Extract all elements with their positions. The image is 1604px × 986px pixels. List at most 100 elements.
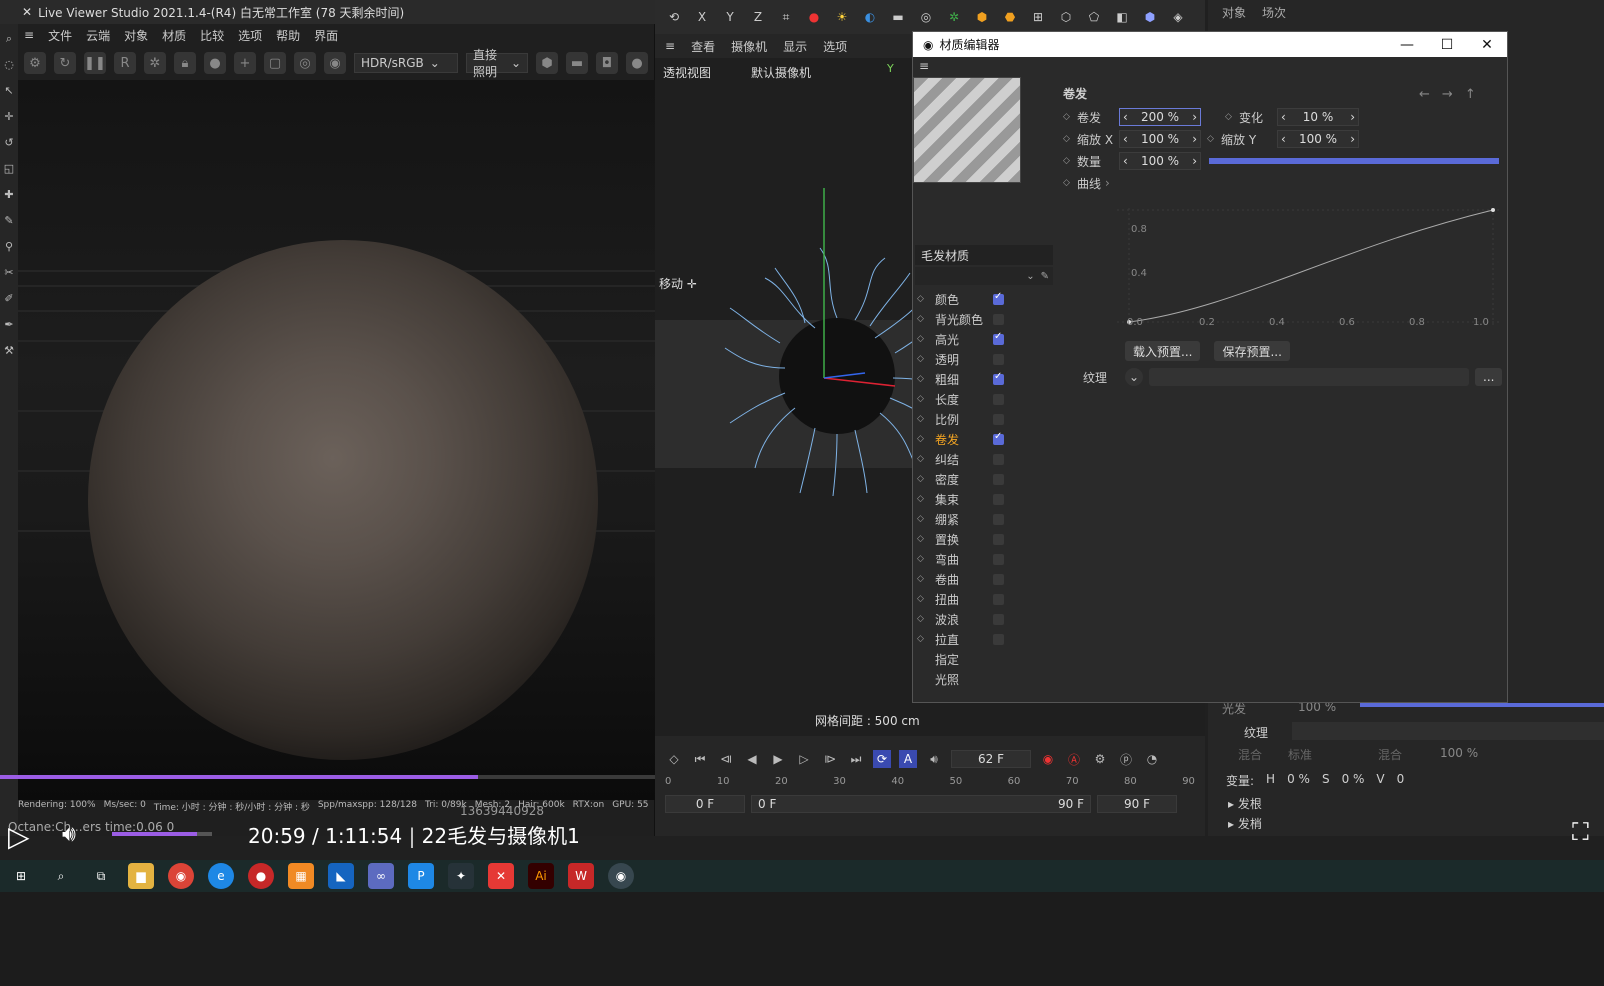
video-progress-track[interactable] <box>0 775 655 779</box>
keyframe-diamond-icon[interactable]: ◇ <box>917 494 927 504</box>
axis-x-button[interactable]: X <box>693 8 711 26</box>
keyframe-diamond-icon[interactable]: ◇ <box>1063 134 1077 144</box>
scale-y-field[interactable]: ‹ 100 % › <box>1277 130 1359 148</box>
gear-icon[interactable]: ✲ <box>945 8 963 26</box>
add-icon[interactable]: + <box>234 52 256 74</box>
menu-file[interactable]: 文件 <box>48 27 72 44</box>
axis-z-button[interactable]: Z <box>749 8 767 26</box>
texture-more-button[interactable]: ... <box>1475 368 1503 386</box>
keyframe-diamond-icon[interactable]: ◇ <box>1207 134 1221 144</box>
settings-icon[interactable]: ⚙ <box>24 52 46 74</box>
loop-icon[interactable]: ⟳ <box>873 750 891 768</box>
prev-frame-icon[interactable]: ◀ <box>743 750 761 768</box>
channel-checkbox[interactable] <box>993 493 1004 505</box>
lock-icon[interactable]: 🔒︎ <box>174 52 196 74</box>
cube-icon[interactable]: ⬢ <box>973 8 991 26</box>
decrement-icon[interactable]: ‹ <box>1281 132 1286 146</box>
keyframe-diamond-icon[interactable]: ◇ <box>917 574 927 584</box>
variation-field[interactable]: ‹ 10 % › <box>1277 108 1359 126</box>
first-frame-icon[interactable]: ⏮ <box>691 750 709 768</box>
decrement-icon[interactable]: ‹ <box>1281 110 1286 124</box>
channel-item[interactable]: ◇ 置换 <box>917 529 1053 549</box>
auto-record-icon[interactable]: Ⓐ <box>1065 750 1083 768</box>
mesh-icon[interactable]: ⬠ <box>1085 8 1103 26</box>
channel-checkbox[interactable] <box>993 593 1004 605</box>
task-view-icon[interactable]: ⧉ <box>88 863 114 889</box>
keyframe-diamond-icon[interactable]: ◇ <box>917 334 927 344</box>
texture-slot[interactable] <box>1149 368 1469 386</box>
channel-checkbox[interactable] <box>993 413 1004 425</box>
curve-graph[interactable]: 0.8 0.4 0.0 0.2 0.4 0.6 0.8 1.0 <box>1117 208 1499 326</box>
file-explorer-icon[interactable]: ▆ <box>128 863 154 889</box>
forward-arrow-icon[interactable]: → <box>1442 87 1453 102</box>
wps-icon[interactable]: W <box>568 863 594 889</box>
keyframe-diamond-icon[interactable]: ◇ <box>917 454 927 464</box>
deformer-icon[interactable]: ⬣ <box>1001 8 1019 26</box>
sun-icon[interactable]: ☀ <box>833 8 851 26</box>
keyframe-diamond-icon[interactable]: ◇ <box>1063 178 1077 188</box>
ring-icon[interactable]: ◎ <box>917 8 935 26</box>
current-frame-field[interactable]: 62 F <box>951 750 1031 768</box>
partial-slider[interactable] <box>1360 703 1604 707</box>
channel-checkbox[interactable] <box>993 291 1004 305</box>
channel-item[interactable]: ◇ 卷发 <box>917 429 1053 449</box>
next-key-icon[interactable]: ⧐ <box>821 750 839 768</box>
increment-icon[interactable]: › <box>1350 110 1355 124</box>
sound-icon[interactable]: 🔊︎ <box>925 750 943 768</box>
schedule-icon[interactable]: ◔ <box>1143 750 1161 768</box>
channel-item[interactable]: ◇ 波浪 <box>917 609 1053 629</box>
back-arrow-icon[interactable]: ← <box>1419 87 1430 102</box>
rotate-icon[interactable]: ↺ <box>3 136 15 150</box>
tab-takes[interactable]: 场次 <box>1262 4 1286 21</box>
frame-ruler[interactable]: 0 10 20 30 40 50 60 70 80 90 <box>665 776 1195 790</box>
camera-icon[interactable]: ◘ <box>596 52 618 74</box>
keyframe-diamond-icon[interactable]: ◇ <box>917 594 927 604</box>
channel-item[interactable]: ◇ 扭曲 <box>917 589 1053 609</box>
menu-object[interactable]: 对象 <box>124 27 148 44</box>
mark-icon[interactable]: ◉ <box>324 52 346 74</box>
channel-item[interactable]: ◇ 背光颜色 <box>917 309 1053 329</box>
menu-material[interactable]: 材质 <box>162 27 186 44</box>
channel-item[interactable]: ◇ 拉直 <box>917 629 1053 649</box>
material-preview-thumbnail[interactable] <box>913 77 1021 183</box>
channel-checkbox[interactable] <box>993 513 1004 525</box>
channel-checkbox[interactable] <box>993 613 1004 625</box>
channel-checkbox[interactable] <box>993 431 1004 445</box>
range-slider[interactable]: 0 F 90 F <box>751 795 1091 813</box>
region-render-icon[interactable]: R <box>114 52 136 74</box>
record-key-icon[interactable]: ◉ <box>1039 750 1057 768</box>
menu-display[interactable]: 显示 <box>783 38 807 55</box>
texture-slot[interactable] <box>1292 722 1604 740</box>
channel-checkbox[interactable] <box>993 633 1004 645</box>
decrement-icon[interactable]: ‹ <box>1123 154 1128 168</box>
channel-item[interactable]: ◇ 纠结 <box>917 449 1053 469</box>
chevron-down-icon[interactable]: ⌄ <box>1125 368 1143 386</box>
add-icon[interactable]: ✚ <box>3 188 15 202</box>
channel-item[interactable]: ◇ 弯曲 <box>917 549 1053 569</box>
keyframe-diamond-icon[interactable]: ◇ <box>917 474 927 484</box>
tab-object[interactable]: 对象 <box>1222 4 1246 21</box>
s-value[interactable]: 0 % <box>1342 772 1365 789</box>
prev-key-icon[interactable]: ⧏ <box>717 750 735 768</box>
amount-slider[interactable] <box>1209 158 1499 164</box>
curve-end-point[interactable] <box>1491 208 1495 212</box>
refresh-icon[interactable]: ↻ <box>54 52 76 74</box>
color-mode-select[interactable]: HDR/sRGB ⌄ <box>354 53 458 73</box>
keyframe-diamond-icon[interactable]: ◇ <box>1225 112 1239 122</box>
keyframe-diamond-icon[interactable]: ◇ <box>917 354 927 364</box>
adobe-illustrator-icon[interactable]: Ai <box>528 863 554 889</box>
app-icon[interactable]: P <box>408 863 434 889</box>
edge-icon[interactable]: e <box>208 863 234 889</box>
save-preset-button[interactable]: 保存预置... <box>1214 341 1290 361</box>
blend-value[interactable]: 100 % <box>1440 746 1478 760</box>
decrement-icon[interactable]: ‹ <box>1123 132 1128 146</box>
channel-item[interactable]: ◇ 比例 <box>917 409 1053 429</box>
up-arrow-icon[interactable]: ↑ <box>1465 87 1476 102</box>
hamburger-icon[interactable]: ≡ <box>24 28 34 42</box>
start-icon[interactable]: ⊞ <box>8 863 34 889</box>
sphere-icon[interactable]: ◐ <box>861 8 879 26</box>
keyframe-icon[interactable]: ◇ <box>665 750 683 768</box>
menu-interface[interactable]: 界面 <box>314 27 338 44</box>
move-icon[interactable]: ✛ <box>3 110 15 124</box>
hamburger-icon[interactable]: ≡ <box>665 39 675 53</box>
